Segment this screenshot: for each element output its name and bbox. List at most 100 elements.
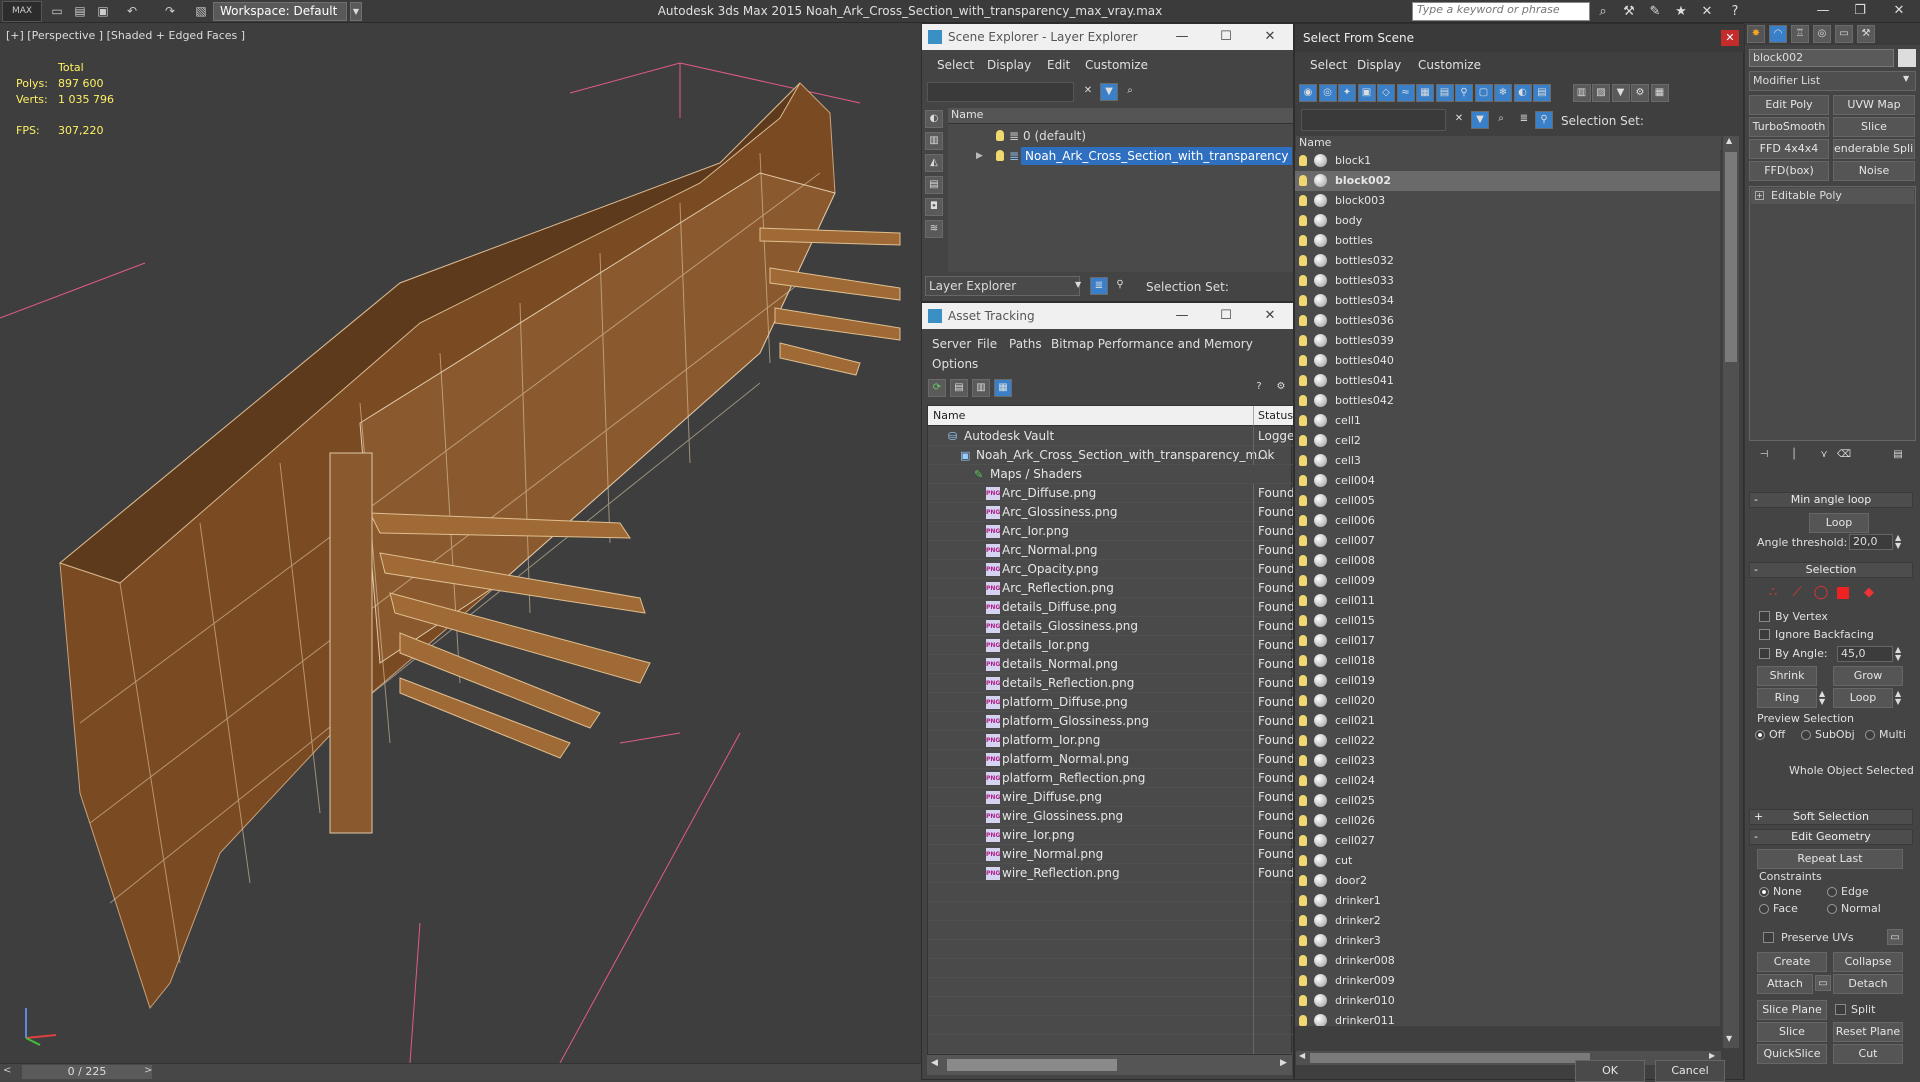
shapes-filter-icon[interactable]: ◎ — [1318, 84, 1337, 102]
scene-object-row[interactable]: cell017 — [1295, 631, 1720, 651]
light-bulb-icon[interactable] — [1299, 175, 1307, 186]
menu-options[interactable]: Options — [932, 357, 978, 371]
polygon-mode-icon[interactable] — [1837, 587, 1849, 599]
display-all-filter-icon[interactable]: ▤ — [1533, 84, 1551, 102]
light-bulb-icon[interactable] — [1299, 795, 1307, 806]
ffd-box-button[interactable]: FFD(box) — [1749, 161, 1829, 181]
scene-object-row[interactable]: cell005 — [1295, 491, 1720, 511]
edit-poly-button[interactable]: Edit Poly — [1749, 95, 1829, 115]
light-bulb-icon[interactable] — [1299, 915, 1307, 926]
dropdown-arrow-icon[interactable]: ▼ — [1903, 74, 1909, 83]
asset-row[interactable]: PNG details_Normal.png Found — [928, 655, 1293, 674]
sort-filter-icon[interactable]: ▼ — [1611, 84, 1630, 102]
noise-button[interactable]: Noise — [1833, 161, 1915, 181]
scene-object-row[interactable]: cell021 — [1295, 711, 1720, 731]
hidden-filter-icon[interactable]: ◐ — [1513, 84, 1532, 102]
maximize-icon[interactable]: ☐ — [1206, 303, 1246, 329]
scene-list-scrollbar[interactable]: ▲ ▼ — [1723, 136, 1739, 1048]
soft-selection-rollout[interactable]: + Soft Selection — [1749, 809, 1913, 825]
layer-name-column-header[interactable]: Name — [948, 108, 1293, 124]
perspective-viewport[interactable]: [+] [Perspective ] [Shaded + Edged Faces… — [0, 23, 921, 1063]
scene-object-row[interactable]: drinker3 — [1295, 931, 1720, 951]
asset-horizontal-scrollbar[interactable]: ◀ ▶ — [927, 1055, 1292, 1075]
modifier-stack-item[interactable]: Editable Poly — [1751, 188, 1914, 204]
split-checkbox[interactable] — [1835, 1004, 1846, 1015]
dropdown-arrow-icon[interactable]: ▼ — [1075, 280, 1081, 289]
layers-icon[interactable]: ≣ — [1515, 111, 1533, 129]
scrollbar-thumb[interactable] — [947, 1059, 1117, 1071]
maximize-icon[interactable]: ☐ — [1206, 24, 1246, 50]
scene-object-row[interactable]: block003 — [1295, 191, 1720, 211]
min-angle-loop-rollout[interactable]: - Min angle loop — [1749, 492, 1913, 508]
light-bulb-icon[interactable] — [1299, 335, 1307, 346]
project-folder-icon[interactable]: ▧ — [192, 3, 210, 20]
light-bulb-icon[interactable] — [1299, 275, 1307, 286]
scene-object-row[interactable]: cell023 — [1295, 751, 1720, 771]
bones-filter-icon[interactable]: ⚲ — [1455, 84, 1473, 102]
light-bulb-icon[interactable] — [1299, 515, 1307, 526]
asset-row[interactable]: PNG details_Glossiness.png Found — [928, 617, 1293, 636]
scene-object-row[interactable]: drinker010 — [1295, 991, 1720, 1011]
close-icon[interactable]: ✕ — [1882, 0, 1916, 22]
refresh-icon[interactable]: ⟳ — [928, 379, 946, 397]
groups-filter-icon[interactable]: ▦ — [1416, 84, 1434, 102]
ring-spinner-icon[interactable]: ▲ ▼ — [1819, 690, 1825, 706]
show-end-result-icon[interactable]: │ — [1785, 447, 1803, 465]
timeline-prev-icon[interactable]: < — [3, 1065, 11, 1076]
timeline-next-icon[interactable]: > — [144, 1065, 152, 1076]
light-bulb-icon[interactable] — [1299, 595, 1307, 606]
scene-object-row[interactable]: cell1 — [1295, 411, 1720, 431]
ok-button[interactable]: OK — [1575, 1060, 1645, 1082]
remove-modifier-icon[interactable]: ⌫ — [1835, 447, 1853, 465]
columns-filter-icon[interactable]: ▦ — [1650, 84, 1669, 102]
subscription-icon[interactable]: ⚒ — [1620, 3, 1638, 20]
asset-name-column-header[interactable]: Name — [928, 406, 1253, 426]
light-bulb-icon[interactable] — [1299, 535, 1307, 546]
layer-tool-icon[interactable]: ▤ — [925, 176, 943, 194]
light-bulb-icon[interactable] — [1299, 455, 1307, 466]
undo-icon[interactable]: ↶ — [123, 3, 141, 20]
cancel-button[interactable]: Cancel — [1655, 1060, 1725, 1082]
light-bulb-icon[interactable] — [1299, 715, 1307, 726]
light-bulb-icon[interactable] — [1299, 975, 1307, 986]
workspace-dropdown[interactable]: Workspace: Default — [213, 2, 347, 21]
light-bulb-icon[interactable] — [1299, 675, 1307, 686]
light-bulb-icon[interactable] — [1299, 935, 1307, 946]
close-icon[interactable]: ✕ — [1250, 303, 1290, 329]
light-bulb-icon[interactable] — [1299, 775, 1307, 786]
hierarchy-tab-icon[interactable]: ♖ — [1791, 25, 1809, 43]
menu-server[interactable]: Server — [932, 337, 971, 351]
menu-customize[interactable]: Customize — [1085, 58, 1148, 72]
edit-geometry-rollout[interactable]: - Edit Geometry — [1749, 829, 1913, 845]
explorer-type-dropdown[interactable]: Layer Explorer — [925, 276, 1080, 296]
modifier-list-dropdown[interactable]: Modifier List — [1749, 71, 1916, 91]
object-name-field[interactable]: block002 — [1749, 49, 1894, 67]
light-bulb-icon[interactable] — [1299, 315, 1307, 326]
light-bulb-icon[interactable] — [1299, 1015, 1307, 1026]
hierarchy-icon[interactable]: ⚲ — [1111, 277, 1129, 295]
light-bulb-icon[interactable] — [1299, 635, 1307, 646]
layers-icon[interactable]: ≣ — [1090, 277, 1108, 295]
asset-row[interactable]: PNG details_Reflection.png Found — [928, 674, 1293, 693]
clear-search-icon[interactable]: ✕ — [1079, 83, 1097, 101]
light-bulb-icon[interactable] — [1299, 415, 1307, 426]
light-bulb-icon[interactable] — [1299, 215, 1307, 226]
renderable-spline-button[interactable]: enderable Splir — [1833, 139, 1915, 159]
scroll-left-icon[interactable]: ◀ — [1299, 1051, 1305, 1060]
settings-icon[interactable]: ⚙ — [1272, 379, 1290, 397]
create-tab-icon[interactable]: ✸ — [1747, 25, 1765, 43]
options-filter-icon[interactable]: ⚙ — [1631, 84, 1649, 102]
minimize-icon[interactable]: — — [1162, 303, 1202, 329]
light-bulb-icon[interactable] — [1299, 435, 1307, 446]
pin-stack-icon[interactable]: ⊣ — [1755, 447, 1773, 465]
light-bulb-icon[interactable] — [996, 130, 1004, 141]
scene-object-row[interactable]: cell3 — [1295, 451, 1720, 471]
preview-multi-radio[interactable] — [1865, 730, 1875, 740]
containers-filter-icon[interactable]: ▢ — [1474, 84, 1493, 102]
ring-button[interactable]: Ring — [1757, 688, 1817, 708]
help-icon[interactable]: ? — [1250, 379, 1268, 397]
asset-row[interactable]: PNG Arc_Normal.png Found — [928, 541, 1293, 560]
filter-icon[interactable]: ▼ — [1471, 111, 1489, 129]
scene-object-row[interactable]: drinker1 — [1295, 891, 1720, 911]
slice-plane-button[interactable]: Slice Plane — [1757, 1000, 1827, 1020]
